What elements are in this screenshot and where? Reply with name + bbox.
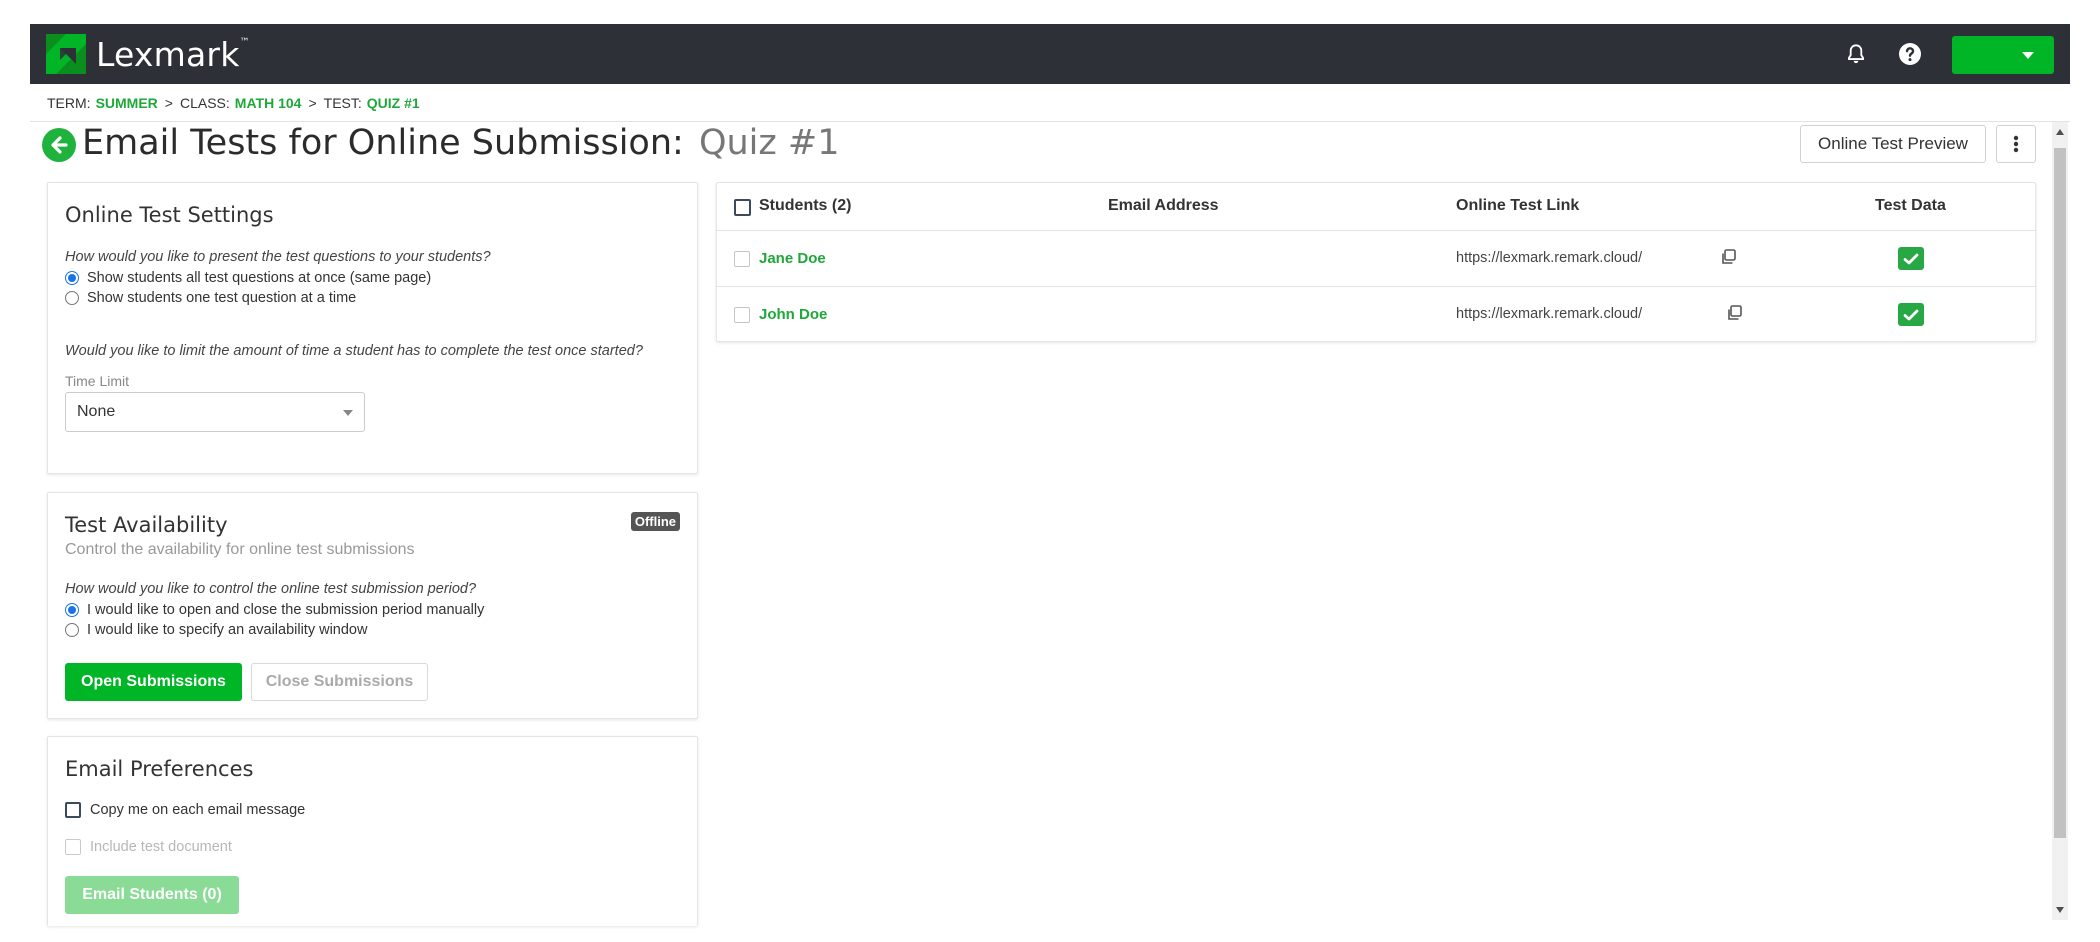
include-document-checkbox-row: Include test document xyxy=(65,839,232,855)
radio-one-question[interactable]: Show students one test question at a tim… xyxy=(65,290,356,306)
breadcrumb-class-label: CLASS: xyxy=(179,95,230,111)
brand-name: Lexmark™ xyxy=(96,34,250,74)
question-circle-icon[interactable] xyxy=(1896,40,1924,68)
top-navigation-bar: Lexmark™ xyxy=(30,24,2070,84)
checkbox-label: Include test document xyxy=(90,839,232,855)
test-availability-panel: Test Availability Offline Control the av… xyxy=(47,492,698,719)
table-row: Jane Doe https://lexmark.remark.cloud/ xyxy=(717,231,2035,287)
back-button[interactable] xyxy=(42,128,76,162)
students-table: Students (2) Email Address Online Test L… xyxy=(716,182,2036,342)
user-menu-button[interactable] xyxy=(1952,36,2054,74)
student-name-link[interactable]: John Doe xyxy=(759,306,827,323)
breadcrumb-test-link[interactable]: QUIZ #1 xyxy=(367,95,420,111)
include-document-checkbox xyxy=(65,839,81,855)
table-header: Students (2) Email Address Online Test L… xyxy=(717,183,2035,231)
bell-icon[interactable] xyxy=(1842,40,1870,68)
close-submissions-button[interactable]: Close Submissions xyxy=(251,663,428,701)
lexmark-logo-mark-icon xyxy=(46,34,86,74)
caret-down-icon xyxy=(343,410,353,416)
scrollbar-thumb[interactable] xyxy=(2054,148,2066,838)
radio-label: I would like to specify an availability … xyxy=(87,622,368,638)
time-limit-select[interactable]: None xyxy=(65,392,365,432)
chevron-down-icon xyxy=(2022,52,2034,59)
presentation-question: How would you like to present the test q… xyxy=(65,249,491,265)
row-checkbox[interactable] xyxy=(734,251,750,267)
panel-title: Email Preferences xyxy=(65,757,254,781)
breadcrumb-divider xyxy=(30,121,2070,122)
checkbox-label: Copy me on each email message xyxy=(90,802,306,818)
online-test-link: https://lexmark.remark.cloud/ xyxy=(1456,250,1643,266)
copy-me-checkbox-row[interactable]: Copy me on each email message xyxy=(65,802,305,818)
radio-label: I would like to open and close the submi… xyxy=(87,602,485,618)
radio-button[interactable] xyxy=(65,603,79,617)
status-badge: Offline xyxy=(630,512,680,531)
radio-button[interactable] xyxy=(65,623,79,637)
copy-icon[interactable] xyxy=(1726,304,1744,322)
lexmark-logo[interactable]: Lexmark™ xyxy=(46,33,250,75)
kebab-vertical-icon xyxy=(2013,135,2019,153)
breadcrumb-separator: > xyxy=(308,95,317,111)
submission-period-question: How would you like to control the online… xyxy=(65,581,477,597)
time-limit-value: None xyxy=(77,403,116,420)
breadcrumb-term-label: TERM: xyxy=(47,95,91,111)
check-icon xyxy=(1903,309,1919,320)
panel-title: Online Test Settings xyxy=(65,203,274,227)
breadcrumb-separator: > xyxy=(164,95,173,111)
breadcrumb-test-label: TEST: xyxy=(323,95,362,111)
radio-availability-window[interactable]: I would like to specify an availability … xyxy=(65,622,367,638)
panel-title: Test Availability xyxy=(65,513,228,537)
test-data-check[interactable] xyxy=(1898,247,1924,270)
online-test-preview-button[interactable]: Online Test Preview xyxy=(1800,125,1986,163)
radio-label: Show students all test questions at once… xyxy=(87,270,432,286)
more-options-button[interactable] xyxy=(1996,125,2036,163)
radio-button[interactable] xyxy=(65,271,79,285)
column-header-students[interactable]: Students (2) xyxy=(759,197,851,215)
radio-label: Show students one test question at a tim… xyxy=(87,290,357,306)
student-name-link[interactable]: Jane Doe xyxy=(759,250,826,267)
column-header-test-data[interactable]: Test Data xyxy=(1875,197,1946,215)
trademark-mark: ™ xyxy=(239,36,250,48)
page-title-test-name: Quiz #1 xyxy=(698,123,840,163)
page-title: Email Tests for Online Submission: Quiz … xyxy=(82,123,840,163)
column-header-email[interactable]: Email Address xyxy=(1108,197,1219,215)
radio-manual-period[interactable]: I would like to open and close the submi… xyxy=(65,602,484,618)
scroll-down-arrow-icon[interactable] xyxy=(2052,900,2068,920)
breadcrumb: TERM: SUMMER > CLASS: MATH 104 > TEST: Q… xyxy=(47,94,420,112)
test-data-check[interactable] xyxy=(1898,303,1924,326)
time-limit-label: Time Limit xyxy=(65,373,130,389)
copy-icon[interactable] xyxy=(1720,248,1738,266)
open-submissions-button[interactable]: Open Submissions xyxy=(65,663,242,701)
panel-subtitle: Control the availability for online test… xyxy=(65,541,415,558)
breadcrumb-class-link[interactable]: MATH 104 xyxy=(235,95,302,111)
breadcrumb-term-link[interactable]: SUMMER xyxy=(96,95,158,111)
check-icon xyxy=(1903,253,1919,264)
radio-all-questions[interactable]: Show students all test questions at once… xyxy=(65,270,431,286)
column-header-link[interactable]: Online Test Link xyxy=(1456,197,1579,215)
email-students-button: Email Students (0) xyxy=(65,876,239,914)
online-test-link: https://lexmark.remark.cloud/ xyxy=(1456,306,1643,322)
table-row: John Doe https://lexmark.remark.cloud/ xyxy=(717,287,2035,343)
online-test-settings-panel: Online Test Settings How would you like … xyxy=(47,182,698,474)
select-all-checkbox[interactable] xyxy=(734,199,751,216)
email-preferences-panel: Email Preferences Copy me on each email … xyxy=(47,736,698,926)
arrow-left-circle-icon xyxy=(51,136,68,154)
row-checkbox[interactable] xyxy=(734,307,750,323)
radio-button[interactable] xyxy=(65,291,79,305)
copy-me-checkbox[interactable] xyxy=(65,802,81,818)
time-limit-question: Would you like to limit the amount of ti… xyxy=(65,343,643,359)
scroll-up-arrow-icon[interactable] xyxy=(2052,122,2068,142)
page-title-text: Email Tests for Online Submission: xyxy=(82,123,684,163)
